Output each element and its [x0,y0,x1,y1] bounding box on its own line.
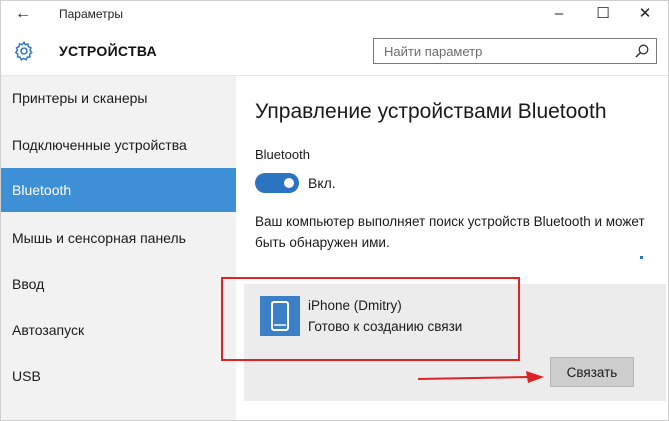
toggle-state-label: Вкл. [308,175,336,191]
title-bar: ← Параметры – ☐ ✕ [1,1,668,27]
sidebar-item-label: Подключенные устройства [12,137,187,153]
window-title: Параметры [59,7,123,21]
back-arrow-icon[interactable]: ← [13,4,33,24]
sidebar-item-connected-devices[interactable]: Подключенные устройства [1,123,236,167]
sidebar-item-label: Мышь и сенсорная панель [12,230,186,246]
sidebar-item-usb[interactable]: USB [1,354,236,398]
toggle-knob [284,178,294,188]
minimize-icon[interactable]: – [541,3,577,25]
sidebar-item-label: USB [12,368,41,384]
page-title: УСТРОЙСТВА [59,43,157,59]
annotation-arrow-icon [417,371,544,383]
settings-window: ← Параметры – ☐ ✕ УСТРОЙСТВА Найти парам… [0,0,669,421]
maximize-icon[interactable]: ☐ [585,3,621,25]
close-icon[interactable]: ✕ [627,3,663,25]
sidebar-item-mouse[interactable]: Мышь и сенсорная панель [1,216,236,260]
annotation-highlight-box [221,277,520,361]
sidebar-item-label: Ввод [12,276,45,292]
search-input[interactable]: Найти параметр [373,38,657,64]
sidebar-item-label: Автозапуск [12,322,85,338]
bluetooth-label: Bluetooth [255,147,310,162]
sidebar-item-autoplay[interactable]: Автозапуск [1,308,236,352]
discovery-description: Ваш компьютер выполняет поиск устройств … [255,214,645,250]
search-placeholder: Найти параметр [384,44,483,59]
page-header: УСТРОЙСТВА Найти параметр [1,27,668,76]
search-icon[interactable] [634,43,650,59]
sidebar-item-label: Bluetooth [12,182,72,198]
sidebar-item-bluetooth[interactable]: Bluetooth [1,168,236,212]
sidebar-item-typing[interactable]: Ввод [1,262,236,306]
sidebar-item-printers[interactable]: Принтеры и сканеры [1,76,236,120]
progress-dot [640,256,643,259]
connect-button[interactable]: Связать [550,357,634,387]
bluetooth-toggle[interactable] [255,173,299,193]
sidebar-item-label: Принтеры и сканеры [12,90,148,106]
gear-icon [14,40,33,61]
content-title: Управление устройствами Bluetooth [255,100,607,123]
sidebar: Принтеры и сканеры Подключенные устройст… [1,76,236,420]
